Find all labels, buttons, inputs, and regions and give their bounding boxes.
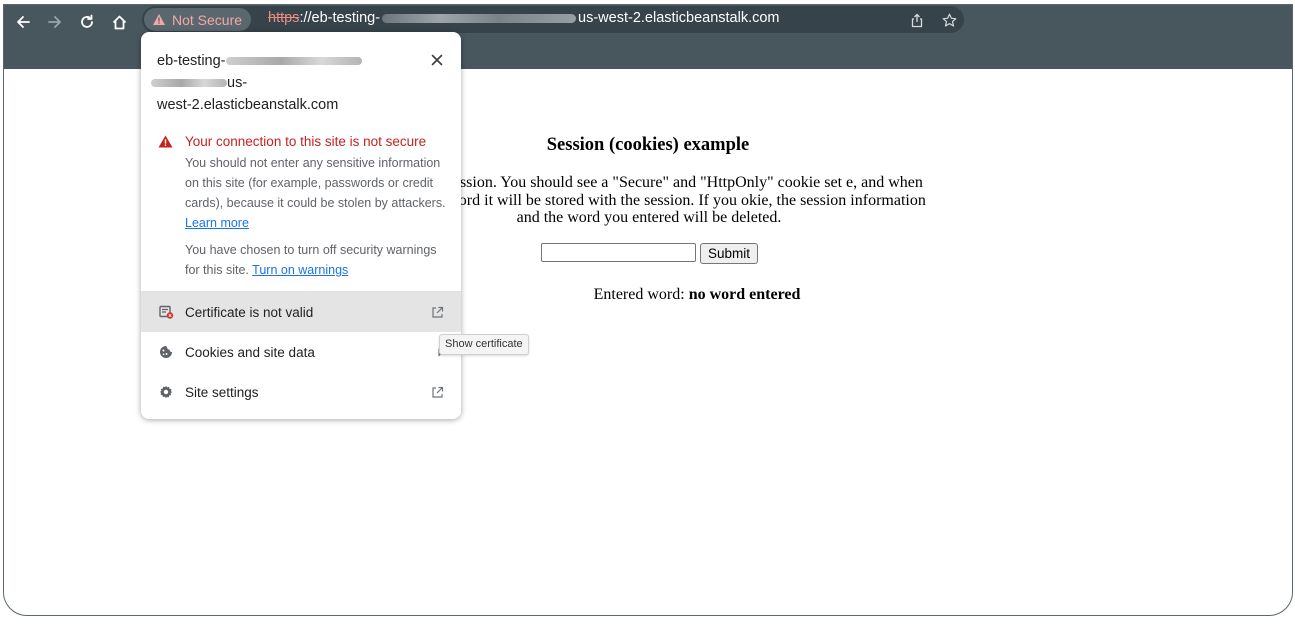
warning-triangle-icon — [153, 14, 165, 25]
url-host-end: us-west-2.elasticbeanstalk.com — [578, 10, 780, 26]
security-chip-label: Not Secure — [172, 11, 243, 28]
forward-arrow-icon — [48, 16, 61, 28]
word-form: Submit — [541, 243, 759, 264]
url-host-start: ://eb-testing- — [299, 10, 381, 26]
external-link-icon — [429, 304, 445, 320]
popup-hostname: eb-testing- us- west-2.elasticbeanstalk.… — [151, 50, 397, 116]
host-line-2: us- — [227, 75, 248, 91]
submit-button[interactable]: Submit — [700, 243, 759, 264]
menu-item-label: Site settings — [185, 384, 259, 400]
menu-item-certificate[interactable]: Certificate is not valid — [141, 292, 461, 332]
redacted-region — [382, 13, 577, 23]
warning-icon — [158, 135, 173, 153]
word-input[interactable] — [541, 243, 696, 262]
menu-item-site-settings[interactable]: Site settings — [141, 372, 461, 412]
warning-title: Your connection to this site is not secu… — [185, 134, 427, 149]
bookmark-button[interactable] — [940, 11, 958, 29]
warning-body-text: You should not enter any sensitive infor… — [185, 156, 446, 210]
close-icon — [431, 54, 443, 66]
site-info-popup: eb-testing- us- west-2.elasticbeanstalk.… — [141, 32, 461, 419]
menu-item-cookies[interactable]: Cookies and site data — [141, 332, 461, 372]
entered-word-value: no word entered — [688, 286, 801, 303]
reload-button[interactable] — [74, 9, 100, 35]
url-scheme: https — [268, 10, 300, 26]
share-icon — [911, 13, 923, 27]
home-button[interactable] — [106, 9, 132, 35]
not-secure-chip[interactable]: Not Secure — [144, 8, 252, 31]
url-text[interactable]: https://eb-testing-us-west-2.elasticbean… — [268, 10, 780, 26]
menu-item-label: Cookies and site data — [185, 344, 315, 360]
host-line-1: eb-testing- — [157, 53, 226, 69]
learn-more-link[interactable]: Learn more — [185, 216, 249, 230]
share-button[interactable] — [908, 11, 926, 29]
warnings-off-note: You have chosen to turn off security war… — [185, 240, 453, 280]
host-line-3: west-2.elasticbeanstalk.com — [157, 97, 339, 113]
turn-on-warnings-link[interactable]: Turn on warnings — [252, 263, 348, 277]
address-bar[interactable]: Not Secure https://eb-testing-us-west-2.… — [142, 6, 964, 33]
cookie-icon — [158, 344, 174, 360]
entered-word-label: Entered word: — [593, 286, 685, 303]
external-link-icon — [429, 384, 445, 400]
redacted-region — [151, 79, 227, 88]
home-icon — [112, 15, 126, 29]
reload-icon — [81, 14, 93, 28]
redacted-region — [225, 57, 362, 66]
back-arrow-icon — [17, 16, 30, 28]
forward-button[interactable] — [42, 9, 68, 35]
warning-body: You should not enter any sensitive infor… — [185, 153, 453, 233]
menu-item-label: Certificate is not valid — [185, 304, 314, 320]
close-button[interactable] — [427, 50, 447, 70]
gear-icon — [158, 384, 174, 400]
back-button[interactable] — [10, 9, 36, 35]
show-certificate-tooltip: Show certificate — [439, 334, 529, 355]
star-icon — [942, 13, 956, 27]
certificate-error-icon — [158, 304, 174, 320]
